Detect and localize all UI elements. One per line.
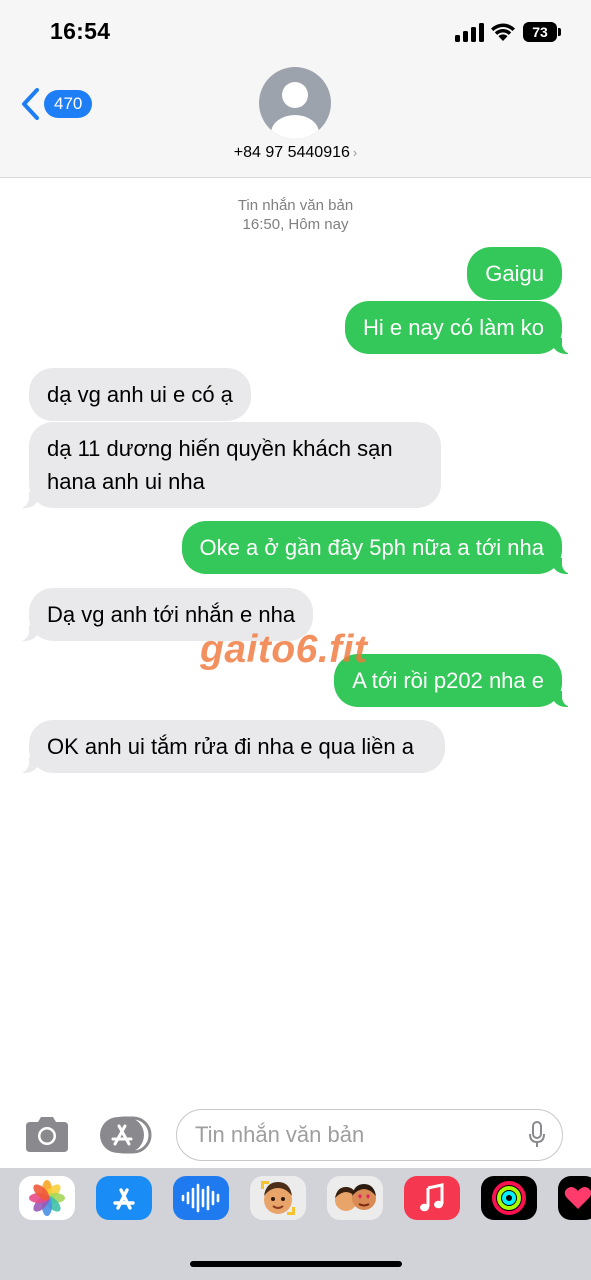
message-bubble-received[interactable]: OK anh ui tắm rửa đi nha e qua liền a bbox=[17, 720, 445, 773]
back-button[interactable]: 470 bbox=[20, 84, 100, 124]
photos-icon[interactable] bbox=[19, 1176, 75, 1220]
digital-touch-icon[interactable] bbox=[558, 1176, 591, 1220]
status-time: 16:54 bbox=[50, 18, 111, 44]
app-store-icon[interactable] bbox=[96, 1176, 152, 1220]
memoji-icon[interactable] bbox=[250, 1176, 306, 1220]
audio-message-icon[interactable] bbox=[173, 1176, 229, 1220]
activity-icon[interactable] bbox=[481, 1176, 537, 1220]
message-text: Hi e nay có làm ko bbox=[363, 315, 544, 340]
home-indicator bbox=[190, 1261, 402, 1267]
animoji-icon[interactable] bbox=[327, 1176, 383, 1220]
person-icon bbox=[271, 82, 319, 139]
battery-indicator: 73 bbox=[523, 22, 561, 42]
message-text: dạ vg anh ui e có ạ bbox=[47, 382, 233, 407]
message-bubble-sent[interactable]: Oke a ở gần đây 5ph nữa a tới nha bbox=[181, 521, 575, 574]
cellular-signal-icon bbox=[455, 22, 485, 42]
chevron-right-icon: › bbox=[352, 145, 358, 160]
unread-count-badge: 470 bbox=[44, 90, 93, 118]
conversation-header: 16:54 73 470 +84 97 5440916 › bbox=[0, 0, 591, 178]
message-timestamp: 16:50, Hôm nay bbox=[242, 216, 349, 233]
message-text: A tới rồi p202 nha e bbox=[352, 668, 544, 693]
message-text: dạ 11 dương hiến quyền khách sạn hana an… bbox=[47, 436, 393, 494]
app-store-button-icon[interactable] bbox=[98, 1116, 152, 1154]
watermark: gaito6.fit bbox=[200, 628, 368, 671]
camera-icon[interactable] bbox=[24, 1114, 70, 1154]
message-text: Dạ vg anh tới nhắn e nha bbox=[47, 602, 296, 627]
music-icon[interactable] bbox=[404, 1176, 460, 1220]
message-type-label: Tin nhắn văn bản bbox=[237, 197, 354, 214]
message-bubble-received[interactable]: dạ vg anh ui e có ạ bbox=[29, 368, 251, 421]
message-bubble-sent[interactable]: Hi e nay có làm ko bbox=[345, 301, 574, 354]
contact-name[interactable]: +84 97 5440916 › bbox=[0, 144, 591, 162]
chevron-left-icon bbox=[22, 88, 39, 120]
contact-number: +84 97 5440916 bbox=[233, 144, 350, 161]
wifi-icon bbox=[491, 23, 515, 41]
message-input[interactable] bbox=[195, 1110, 515, 1159]
message-bubble-sent[interactable]: Gaigu bbox=[467, 247, 562, 300]
contact-avatar[interactable] bbox=[259, 67, 331, 139]
message-bubble-sent[interactable]: A tới rồi p202 nha e bbox=[334, 654, 574, 707]
microphone-icon[interactable] bbox=[528, 1121, 546, 1149]
message-bubble-received[interactable]: dạ 11 dương hiến quyền khách sạn hana an… bbox=[17, 422, 441, 508]
message-text: Gaigu bbox=[485, 261, 544, 286]
message-text: Oke a ở gần đây 5ph nữa a tới nha bbox=[199, 535, 544, 560]
message-input-field[interactable] bbox=[176, 1109, 563, 1161]
message-text: OK anh ui tắm rửa đi nha e qua liền a bbox=[47, 734, 414, 759]
